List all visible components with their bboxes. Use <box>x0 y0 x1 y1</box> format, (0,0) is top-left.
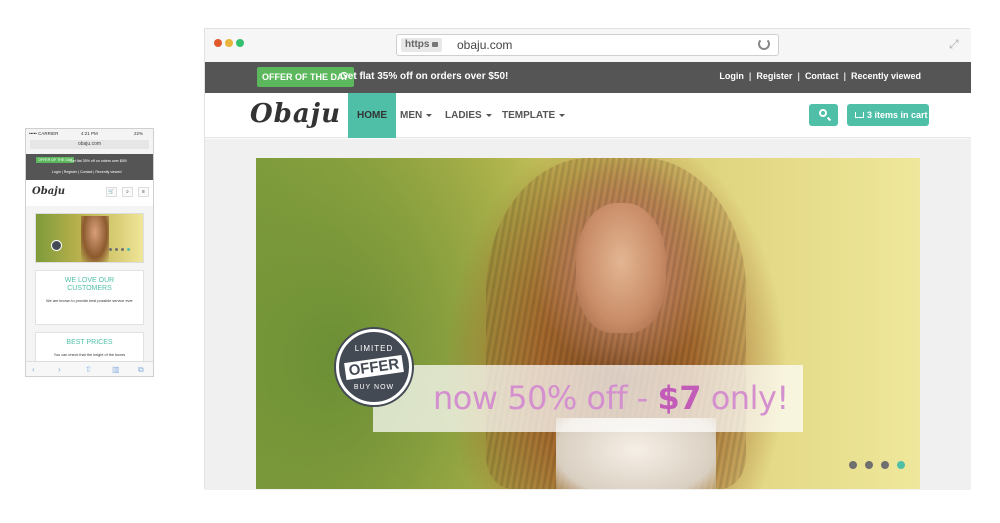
mobile-navbar: Obaju 🛒 ⌕ ≡ <box>26 180 153 206</box>
mobile-offer-text: Get flat 35% off on orders over $50! <box>70 159 127 163</box>
site-logo[interactable]: Obaju <box>250 99 341 129</box>
desktop-browser-window: https obaju.com ⤢ OFFER OF THE DAY Get f… <box>204 28 971 490</box>
mobile-box-text: You can check that the height of the box… <box>53 353 126 357</box>
promo-banner[interactable]: now 50% off - $7 only! <box>373 365 803 432</box>
cart-icon <box>855 112 864 118</box>
mobile-battery: 22% <box>134 131 144 136</box>
slider-dot-active[interactable] <box>897 461 905 469</box>
hero-image-model <box>576 203 666 333</box>
top-links: Login | Register | Contact | Recently vi… <box>719 71 921 81</box>
mobile-box-text: We are known to provide best possible se… <box>46 299 133 303</box>
mobile-cart-icon[interactable]: 🛒 <box>106 187 117 197</box>
cart-button[interactable]: 3 items in cart <box>847 104 929 126</box>
caret-down-icon <box>559 113 566 117</box>
minimize-window-icon[interactable] <box>225 39 233 47</box>
separator: | <box>748 71 752 81</box>
mobile-hero-slider[interactable] <box>35 213 144 263</box>
share-icon[interactable]: ⇧ <box>85 365 92 374</box>
mobile-carrier: ••••• CARRIER <box>29 131 59 136</box>
nav-item-home[interactable]: HOME <box>348 93 396 138</box>
nav-item-ladies[interactable]: LADIES <box>445 93 492 138</box>
forward-icon[interactable]: › <box>58 365 61 374</box>
mobile-feature-box-customers: WE LOVE OUR CUSTOMERS We are known to pr… <box>35 270 144 325</box>
mobile-box-title: WE LOVE OUR CUSTOMERS <box>64 277 115 292</box>
mobile-box-title: BEST PRICES <box>66 339 113 346</box>
badge-main-text: OFFER <box>344 355 404 380</box>
mobile-topbar: OFFER OF THE DAY Get flat 35% off on ord… <box>26 154 153 180</box>
badge-bottom-text: BUY NOW <box>353 384 395 391</box>
hero-slider[interactable]: now 50% off - $7 only! LIMITED OFFER BUY… <box>256 158 920 489</box>
slider-dot[interactable] <box>849 461 857 469</box>
limited-offer-badge[interactable]: LIMITED OFFER BUY NOW <box>336 329 412 405</box>
https-indicator: https <box>401 38 443 52</box>
mobile-browser-toolbar: ‹ › ⇧ ▥ ⧉ <box>26 361 153 376</box>
address-bar[interactable]: https obaju.com <box>396 34 779 56</box>
search-icon <box>819 109 827 117</box>
url-text: obaju.com <box>457 38 513 52</box>
mobile-offer-badge[interactable]: OFFER OF THE DAY <box>36 157 75 163</box>
mobile-offer-badge-icon <box>51 240 62 251</box>
slider-dots[interactable] <box>849 461 905 469</box>
expand-icon[interactable]: ⤢ <box>949 38 962 51</box>
mobile-slider-dots[interactable] <box>109 248 130 251</box>
login-link[interactable]: Login <box>719 71 744 81</box>
mobile-url-bar[interactable]: obaju.com <box>30 140 149 149</box>
tabs-icon[interactable]: ⧉ <box>138 365 144 375</box>
mobile-status-bar: ••••• CARRIER 4:21 PM 22% <box>26 129 153 138</box>
mobile-search-icon[interactable]: ⌕ <box>122 187 133 197</box>
browser-chrome: https obaju.com ⤢ <box>205 29 971 62</box>
caret-down-icon <box>485 113 492 117</box>
top-bar: OFFER OF THE DAY Get flat 35% off on ord… <box>205 62 971 93</box>
close-window-icon[interactable] <box>214 39 222 47</box>
reload-icon[interactable] <box>758 38 770 50</box>
mobile-top-links[interactable]: Login | Register | Contact | Recently vi… <box>52 170 122 174</box>
main-content: now 50% off - $7 only! LIMITED OFFER BUY… <box>205 139 971 490</box>
promo-text: now 50% off - $7 only! <box>433 379 789 417</box>
mobile-hero-image <box>81 216 109 262</box>
back-icon[interactable]: ‹ <box>32 365 35 374</box>
nav-item-men[interactable]: MEN <box>400 93 433 138</box>
lock-icon <box>432 42 439 47</box>
maximize-window-icon[interactable] <box>236 39 244 47</box>
separator: | <box>843 71 846 81</box>
badge-top-text: LIMITED <box>354 344 394 353</box>
nav-item-template[interactable]: TEMPLATE <box>502 93 566 138</box>
mobile-preview: ••••• CARRIER 4:21 PM 22% obaju.com OFFE… <box>25 128 154 377</box>
mobile-menu-icon[interactable]: ≡ <box>138 187 149 197</box>
contact-link[interactable]: Contact <box>805 71 839 81</box>
caret-down-icon <box>426 113 433 117</box>
promo-price: $7 <box>657 379 702 417</box>
separator: | <box>797 71 800 81</box>
mobile-logo[interactable]: Obaju <box>32 186 65 197</box>
register-link[interactable]: Register <box>756 71 792 81</box>
bookmarks-icon[interactable]: ▥ <box>112 365 120 374</box>
slider-dot[interactable] <box>865 461 873 469</box>
main-navbar: Obaju HOME MEN LADIES TEMPLATE 3 items i… <box>205 93 971 138</box>
mobile-time: 4:21 PM <box>81 131 98 136</box>
recently-viewed-link[interactable]: Recently viewed <box>851 71 921 81</box>
search-button[interactable] <box>809 104 838 126</box>
slider-dot[interactable] <box>881 461 889 469</box>
offer-text: Get flat 35% off on orders over $50! <box>340 71 509 82</box>
